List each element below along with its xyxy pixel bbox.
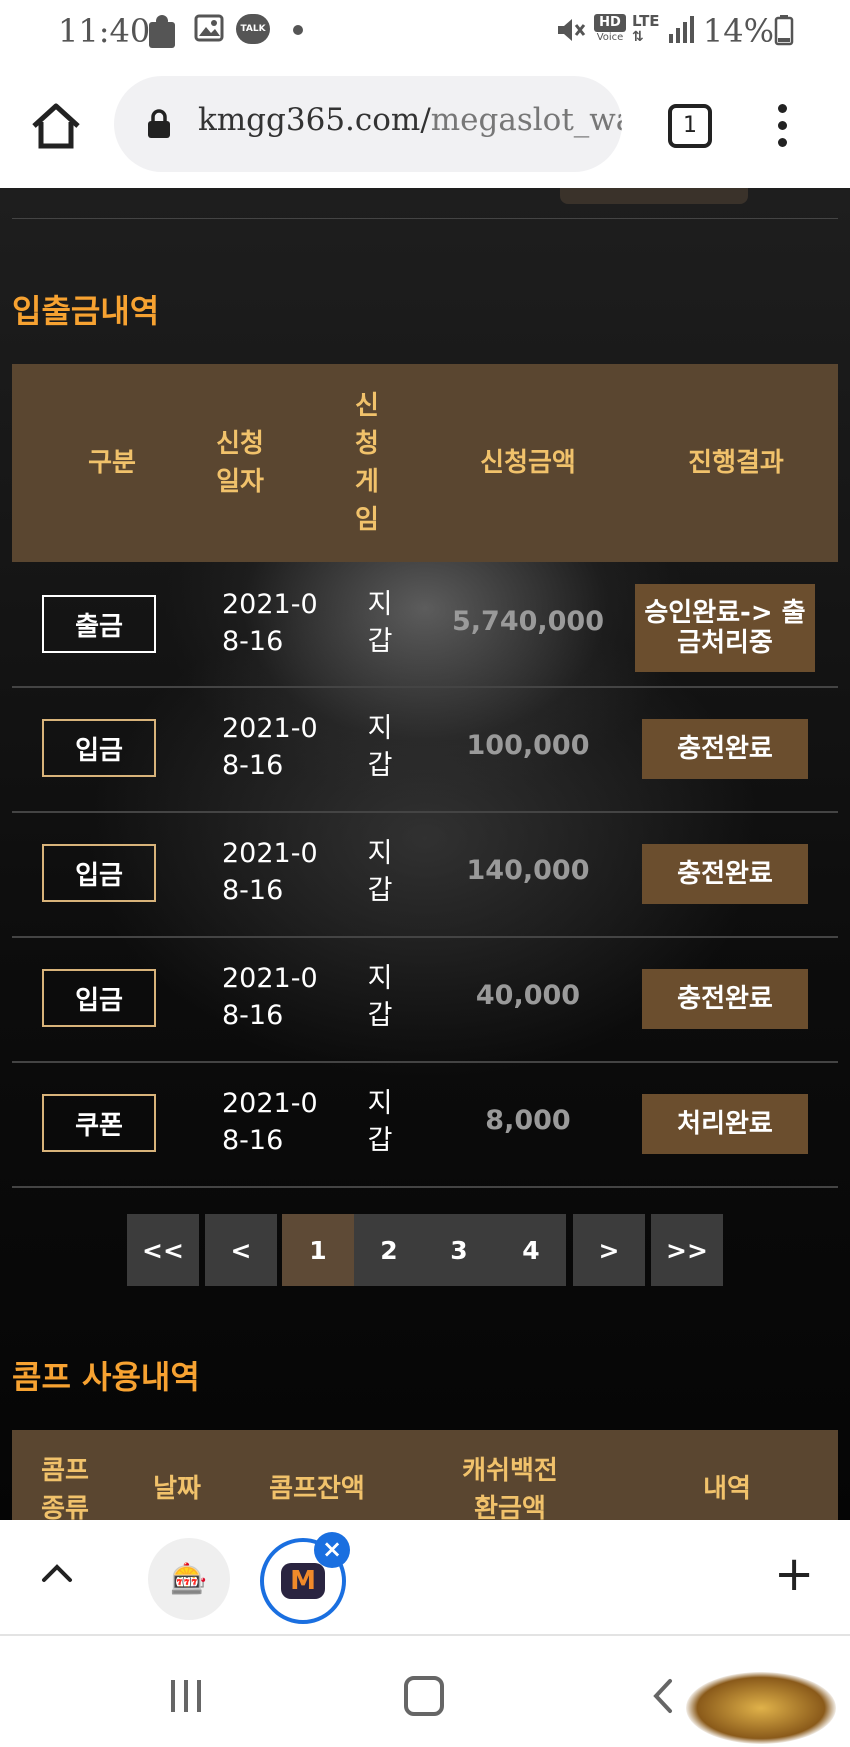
chevron-up-icon[interactable]: [40, 1556, 74, 1590]
row-date: 2021-08-16: [222, 838, 318, 906]
voice-label: Voice: [596, 32, 624, 43]
browser-bar: kmgg365.com/megaslot_wallet 1: [0, 64, 850, 188]
header-result: 진행결과: [688, 448, 784, 478]
comp-title: 콤프 사용내역: [12, 1358, 200, 1396]
tab-switcher-button[interactable]: 1: [668, 104, 712, 148]
lte-icon: LTE ⇅: [632, 12, 660, 45]
top-tab: [560, 188, 748, 204]
mute-icon: [558, 19, 586, 41]
row-date: 2021-08-16: [222, 963, 318, 1031]
lte-label: LTE: [632, 12, 660, 30]
status-time: 11:40: [58, 12, 151, 50]
header-amount: 신청금액: [480, 448, 576, 478]
slot-tab-icon[interactable]: 🎰: [148, 1538, 230, 1620]
page-1-button[interactable]: 1: [282, 1214, 354, 1286]
signal-icon: [669, 16, 694, 43]
top-divider: [12, 218, 838, 219]
row-amount: 5,740,000: [451, 606, 605, 637]
page-first-button[interactable]: <<: [127, 1214, 199, 1286]
row-amount: 8,000: [485, 1105, 571, 1136]
comp-header-detail: 내역: [703, 1474, 751, 1504]
row-game: 지갑: [367, 838, 393, 906]
type-badge: 입금: [42, 719, 156, 777]
type-badge: 쿠폰: [42, 1094, 156, 1152]
row-amount: 100,000: [466, 730, 590, 761]
row-date: 2021-08-16: [222, 1088, 318, 1156]
type-badge: 출금: [42, 595, 156, 653]
status-bar: 11:40 TALK HD Voice LTE ⇅ 14%: [0, 0, 850, 64]
bottom-toolbar: 🎰 M × +: [0, 1520, 850, 1634]
result-button[interactable]: 충전완료: [642, 844, 808, 904]
new-tab-plus-icon[interactable]: +: [774, 1550, 814, 1598]
gallery-icon: [194, 14, 224, 42]
dot-icon: [293, 25, 303, 35]
header-game: 신청게임: [355, 391, 379, 535]
header-date: 신청일자: [216, 429, 264, 497]
result-button[interactable]: 충전완료: [642, 719, 808, 779]
lock-icon: [148, 109, 170, 138]
result-button[interactable]: 처리완료: [642, 1094, 808, 1154]
comp-table-header: 콤프종류 날짜 콤프잔액 캐쉬백전환금액 내역: [12, 1430, 838, 1520]
recents-icon[interactable]: [168, 1678, 204, 1714]
row-game: 지갑: [367, 713, 393, 781]
close-tab-icon[interactable]: ×: [314, 1532, 350, 1568]
hd-label: HD: [594, 14, 626, 32]
row-game: 지갑: [367, 589, 393, 657]
comp-header-cashback: 캐쉬백전환금액: [462, 1456, 558, 1520]
page-3-button[interactable]: 3: [424, 1214, 494, 1286]
url-text: kmgg365.com/megaslot_wallet: [198, 102, 622, 138]
home-nav-icon[interactable]: [404, 1676, 444, 1716]
table-row: 출금 2021-08-16 지갑 5,740,000 승인완료-> 출금처리중: [12, 562, 838, 688]
type-badge: 입금: [42, 969, 156, 1027]
page-4-button[interactable]: 4: [496, 1214, 566, 1286]
url-bar[interactable]: kmgg365.com/megaslot_wallet: [114, 76, 622, 172]
row-amount: 40,000: [475, 980, 581, 1011]
history-table-header: 구분 신청일자 신청게임 신청금액 진행결과: [12, 364, 838, 562]
android-navbar: [0, 1636, 850, 1747]
row-game: 지갑: [367, 1088, 393, 1156]
table-row: 쿠폰 2021-08-16 지갑 8,000 처리완료: [12, 1063, 838, 1188]
more-options-icon[interactable]: [776, 104, 788, 148]
table-row: 입금 2021-08-16 지갑 100,000 충전완료: [12, 688, 838, 813]
row-amount: 140,000: [466, 855, 590, 886]
table-row: 입금 2021-08-16 지갑 140,000 충전완료: [12, 813, 838, 938]
hd-voice-icon: HD Voice: [594, 14, 626, 44]
page-last-button[interactable]: >>: [651, 1214, 723, 1286]
comp-header-balance: 콤프잔액: [269, 1474, 365, 1504]
result-button[interactable]: 승인완료-> 출금처리중: [635, 584, 815, 672]
page-next-button[interactable]: >: [573, 1214, 645, 1286]
url-host: kmgg365.com/: [198, 102, 431, 138]
comp-header-date: 날짜: [153, 1474, 201, 1504]
header-type: 구분: [88, 448, 136, 478]
page-2-button[interactable]: 2: [354, 1214, 424, 1286]
promo-badge-icon[interactable]: [686, 1672, 836, 1744]
row-game: 지갑: [367, 963, 393, 1031]
page-prev-button[interactable]: <: [205, 1214, 277, 1286]
home-icon[interactable]: [30, 100, 82, 152]
type-badge: 입금: [42, 844, 156, 902]
back-icon[interactable]: [648, 1678, 678, 1714]
battery-percent: 14%: [702, 12, 774, 50]
url-path: megaslot_wallet: [430, 102, 622, 138]
talk-icon: TALK: [236, 14, 270, 44]
table-row: 입금 2021-08-16 지갑 40,000 충전완료: [12, 938, 838, 1063]
row-date: 2021-08-16: [222, 589, 318, 657]
puzzle-icon: [149, 15, 175, 48]
comp-header-type: 콤프종류: [41, 1456, 89, 1520]
battery-icon: [774, 15, 794, 46]
history-title: 입출금내역: [12, 292, 160, 330]
result-button[interactable]: 충전완료: [642, 969, 808, 1029]
web-content: 입출금내역 구분 신청일자 신청게임 신청금액 진행결과 출금 2021-08-…: [0, 188, 850, 1520]
row-date: 2021-08-16: [222, 713, 318, 781]
